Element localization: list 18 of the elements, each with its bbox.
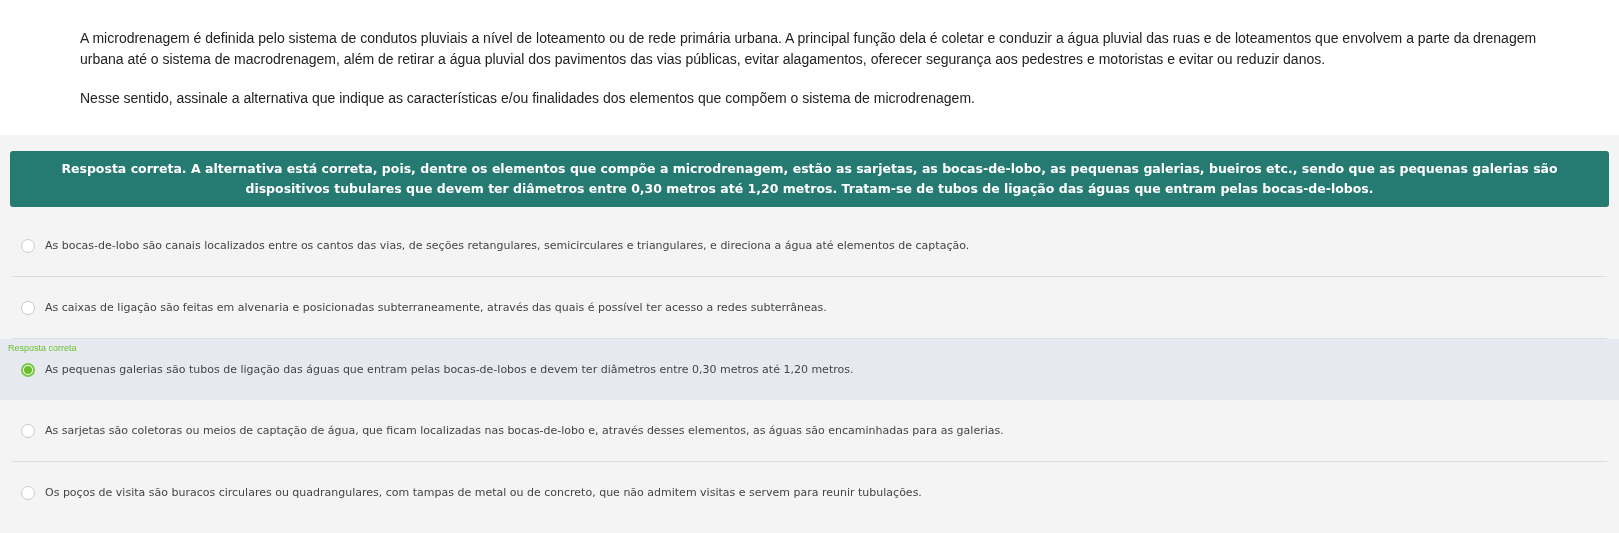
option-text: As caixas de ligação são feitas em alvenaria e posicionadas subterraneamente, através das quais é possível ter acesso a redes subterrâneas. [45,301,827,314]
answer-option[interactable]: As bocas-de-lobo são canais localizados entre os cantos das vias, de seções retangulares, semicirculares e triangulares, e direciona a água até elementos de captação. [12,215,1607,277]
correct-answer-label: Resposta correta [8,343,77,353]
question-text: Nesse sentido, assinale a alternativa que indique as características e/ou finalidades dos elementos que compõem o sistema de microdrenagem. [80,89,976,108]
option-text: As bocas-de-lobo são canais localizados entre os cantos das vias, de seções retangulares, semicirculares e triangulares, e direciona a água até elementos de captação. [45,239,970,252]
radio-button[interactable] [21,485,35,500]
radio-button[interactable] [21,423,35,438]
radio-button[interactable] [21,300,35,315]
radio-button[interactable] [21,238,35,253]
option-text: As pequenas galerias são tubos de ligação das águas que entram pelas bocas-de-lobos e devem ter diâmetros entre 0,30 metros até 1,20 metros. [45,363,854,376]
answer-option[interactable]: Os poços de visita são buracos circulares ou quadrangulares, com tampas de metal ou de concreto, que não admitem visitas e servem para reunir tubulações. [12,462,1607,523]
question-text: A microdrenagem é definida pelo sistema de condutos pluviais a nível de loteamento ou de rede primária urbana. A principal função dela é coletar e conduzir a água pluvial das ruas e de loteamentos que envolvem a parte da drenagem urbana até o sistema de macrodrenagem, além de retirar a água pluvial dos pavimentos das vias públicas, evitar alagamentos, oferecer segurança aos pedestres e motoristas e evitar ou reduzir danos. [80,29,1538,69]
radio-button[interactable] [21,362,35,377]
option-text: As sarjetas são coletoras ou meios de captação de água, que ficam localizadas nas bocas-de-lobo e, através desses elementos, as águas são encaminhadas para as galerias. [45,424,1004,437]
option-text: Os poços de visita são buracos circulares ou quadrangulares, com tampas de metal ou de concreto, que não admitem visitas e servem para reunir tubulações. [45,486,922,499]
answer-option[interactable]: Resposta correta As pequenas galerias são tubos de ligação das águas que entram pelas bocas-de-lobos e devem ter diâmetros entre 0,30 metros até 1,20 metros. [0,339,1619,400]
answer-option[interactable]: As sarjetas são coletoras ou meios de captação de água, que ficam localizadas nas bocas-de-lobo e, através desses elementos, as águas são encaminhadas para as galerias. [12,400,1607,462]
feedback-banner: Resposta correta. A alternativa está correta, pois, dentre os elementos que compõe a microdrenagem, estão as sarjetas, as bocas-de-lobo, as pequenas galerias, bueiros etc., sendo que as pequenas galerias são dispositivos tubulares que devem ter diâmetros entre 0,30 metros até 1,20 metros. Tratam-se de tubos de ligação das águas que entram pelas bocas-de-lobos. [10,151,1609,207]
